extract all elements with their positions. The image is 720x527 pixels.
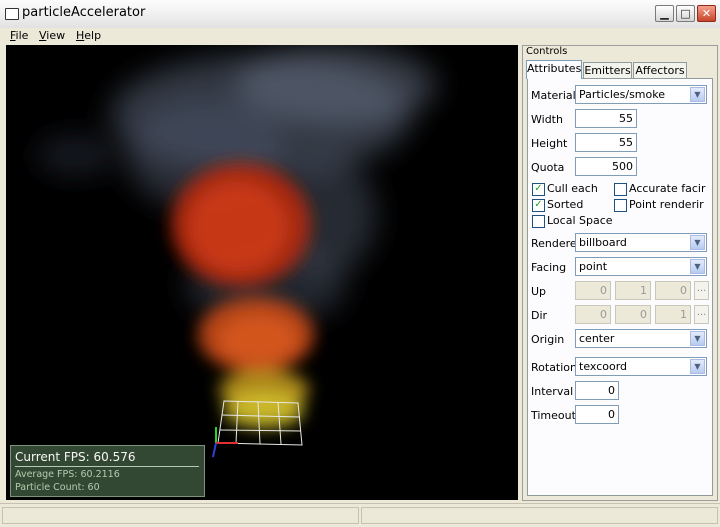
interval-field[interactable]: 0 xyxy=(575,381,619,400)
origin-label: Origin xyxy=(531,333,565,346)
facing-label: Facing xyxy=(531,261,567,274)
up-label: Up xyxy=(531,285,547,298)
rotation-select[interactable]: texcoord ▼ xyxy=(575,357,707,376)
quota-field[interactable]: 500 xyxy=(575,157,637,176)
checkmark-icon: ✓ xyxy=(532,199,545,212)
renderer-select[interactable]: billboard ▼ xyxy=(575,233,707,252)
interval-label: Interval xyxy=(531,385,574,398)
particle-render xyxy=(36,45,436,458)
material-label: Material xyxy=(531,89,576,102)
renderer-label: Rendere xyxy=(531,237,577,250)
dir-y-field[interactable]: 0 xyxy=(615,305,651,324)
tab-affectors[interactable]: Affectors xyxy=(633,62,687,78)
height-label: Height xyxy=(531,137,568,150)
attributes-tab-body: Material Particles/smoke ▼ Width 55 Heig… xyxy=(527,78,713,496)
menu-bar: File View Help xyxy=(0,28,720,45)
particle-count: Particle Count: 60 xyxy=(15,482,100,493)
origin-select[interactable]: center ▼ xyxy=(575,329,707,348)
average-fps: Average FPS: 60.2116 xyxy=(15,469,120,480)
app-window-icon xyxy=(5,8,19,20)
renderer-value: billboard xyxy=(579,236,627,249)
up-z-field[interactable]: 0 xyxy=(655,281,691,300)
dir-z-field[interactable]: 1 xyxy=(655,305,691,324)
quota-label: Quota xyxy=(531,161,565,174)
timeout-label: Timeout xyxy=(531,409,576,422)
dropdown-arrow-icon[interactable]: ▼ xyxy=(690,235,705,250)
menu-help[interactable]: Help xyxy=(76,29,101,42)
tab-emitters[interactable]: Emitters xyxy=(583,62,632,78)
render-viewport[interactable]: Current FPS: 60.576 Average FPS: 60.2116… xyxy=(6,45,518,500)
dropdown-arrow-icon[interactable]: ▼ xyxy=(690,331,705,346)
app-window: particleAccelerator ▁ □ ✕ File View Help xyxy=(0,0,720,527)
tab-attributes[interactable]: Attributes xyxy=(526,60,582,79)
up-ellipsis-button[interactable]: ... xyxy=(694,281,709,300)
status-segment-right xyxy=(361,507,718,524)
menu-view-label: iew xyxy=(46,29,66,42)
menu-file[interactable]: File xyxy=(10,29,28,42)
menu-file-label: ile xyxy=(15,29,29,42)
material-value: Particles/smoke xyxy=(579,88,666,101)
dropdown-arrow-icon[interactable]: ▼ xyxy=(690,359,705,374)
dir-x-field[interactable]: 0 xyxy=(575,305,611,324)
maximize-icon: □ xyxy=(680,7,691,20)
origin-value: center xyxy=(579,332,615,345)
current-fps: Current FPS: 60.576 xyxy=(15,450,136,464)
maximize-button[interactable]: □ xyxy=(676,5,695,22)
local-space-label: Local Space xyxy=(547,214,613,227)
accurate-facing-label: Accurate facir xyxy=(629,182,706,195)
timeout-field[interactable]: 0 xyxy=(575,405,619,424)
facing-value: point xyxy=(579,260,608,273)
close-icon: ✕ xyxy=(701,7,712,20)
material-select[interactable]: Particles/smoke ▼ xyxy=(575,85,707,104)
width-label: Width xyxy=(531,113,563,126)
up-y-field[interactable]: 1 xyxy=(615,281,651,300)
dropdown-arrow-icon[interactable]: ▼ xyxy=(690,259,705,274)
point-rendering-label: Point renderir xyxy=(629,198,704,211)
checkbox-box xyxy=(614,183,627,196)
panel-title: Controls xyxy=(526,46,568,57)
menu-view[interactable]: View xyxy=(39,29,65,42)
sorted-label: Sorted xyxy=(547,198,584,211)
window-title: particleAccelerator xyxy=(22,5,146,20)
checkmark-icon: ✓ xyxy=(532,183,545,196)
up-x-field[interactable]: 0 xyxy=(575,281,611,300)
minimize-button[interactable]: ▁ xyxy=(655,5,674,22)
rotation-value: texcoord xyxy=(579,360,628,373)
minimize-icon: ▁ xyxy=(660,7,669,20)
checkbox-box xyxy=(614,199,627,212)
close-button[interactable]: ✕ xyxy=(697,5,716,22)
dropdown-arrow-icon[interactable]: ▼ xyxy=(690,87,705,102)
title-bar[interactable]: particleAccelerator ▁ □ ✕ xyxy=(0,0,720,29)
menu-help-label: elp xyxy=(84,29,102,42)
facing-select[interactable]: point ▼ xyxy=(575,257,707,276)
width-field[interactable]: 55 xyxy=(575,109,637,128)
cull-each-label: Cull each xyxy=(547,182,598,195)
height-field[interactable]: 55 xyxy=(575,133,637,152)
dir-label: Dir xyxy=(531,309,548,322)
controls-panel: Controls Attributes Emitters Affectors M… xyxy=(522,45,718,501)
fps-overlay: Current FPS: 60.576 Average FPS: 60.2116… xyxy=(10,445,205,497)
status-bar xyxy=(0,503,720,527)
rotation-label: Rotation xyxy=(531,361,578,374)
fps-divider xyxy=(15,466,199,467)
status-segment-left xyxy=(2,507,359,524)
checkbox-box xyxy=(532,215,545,228)
dir-ellipsis-button[interactable]: ... xyxy=(694,305,709,324)
